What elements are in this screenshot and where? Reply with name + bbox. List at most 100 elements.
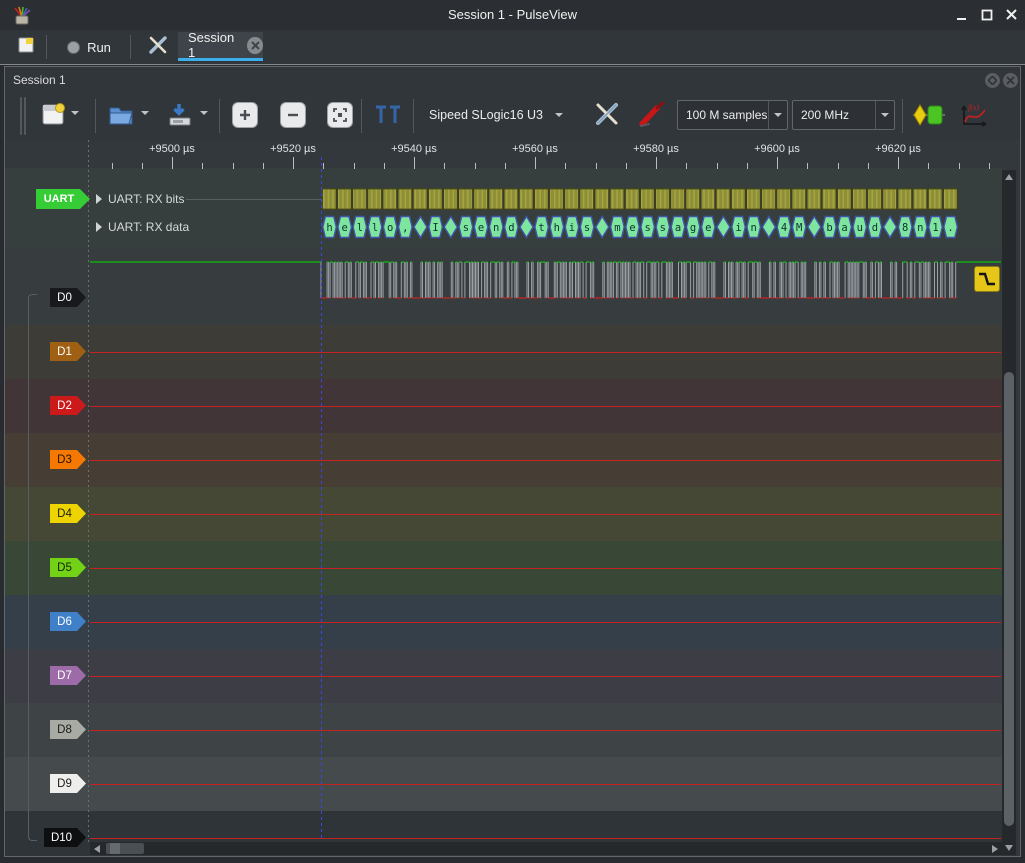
toolbar-separator [95, 99, 96, 133]
trace-low-d9 [90, 784, 1001, 785]
new-session-icon [16, 35, 36, 60]
toolbar-separator [902, 99, 903, 133]
trace-group-bracket[interactable] [28, 294, 37, 841]
save-file-dropdown-icon[interactable] [200, 111, 208, 115]
session-tab[interactable]: Session 1 [178, 32, 263, 61]
sample-count-dropdown-icon [768, 101, 787, 129]
svg-text:i: i [735, 222, 741, 234]
trace-view[interactable]: +9500 µs+9520 µs+9540 µs+9560 µs+9580 µs… [5, 140, 1020, 855]
decoder-icon [911, 101, 947, 129]
drag-handle[interactable] [24, 97, 26, 135]
zoom-fit-button[interactable] [327, 102, 353, 128]
svg-text:f(x): f(x) [968, 103, 979, 112]
cursor-line[interactable] [321, 157, 322, 841]
close-button[interactable] [1004, 7, 1020, 23]
minus-icon [286, 108, 300, 122]
math-signal-button[interactable]: f(x) [957, 101, 989, 129]
svg-text:b: b [826, 222, 832, 234]
toolbar-separator [361, 99, 362, 133]
ruler-label: +9560 µs [490, 143, 580, 155]
trigger-marks-icon [373, 103, 403, 127]
zoom-in-button[interactable] [232, 102, 258, 128]
ruler-label: +9540 µs [369, 143, 459, 155]
save-icon [165, 100, 195, 130]
dock-float-icon[interactable] [985, 73, 1000, 88]
decoder-row-baseline [186, 199, 321, 200]
svg-text:4: 4 [781, 222, 787, 234]
settings-button[interactable] [144, 34, 172, 60]
svg-text:g: g [690, 222, 696, 234]
scroll-left-icon[interactable] [94, 845, 100, 853]
session-toolbar: Sipeed SLogic16 U3 100 M samples 200 MHz [5, 93, 1018, 139]
configure-device-button[interactable] [593, 100, 621, 128]
title-bar: Session 1 - PulseView [0, 0, 1025, 30]
open-file-button[interactable] [106, 100, 136, 130]
crossed-tools-icon [593, 100, 621, 128]
svg-text:e: e [478, 222, 484, 234]
run-button[interactable]: Run [58, 34, 120, 60]
toolbar-separator [46, 35, 47, 59]
svg-text:a: a [675, 222, 681, 234]
sample-rate-value: 200 MHz [793, 108, 875, 122]
probe-icon [635, 100, 667, 128]
sample-count-select[interactable]: 100 M samples [677, 100, 788, 130]
scroll-right-icon[interactable] [992, 845, 998, 853]
window-title: Session 1 - PulseView [0, 7, 1025, 22]
maximize-button[interactable] [979, 7, 995, 23]
zoom-out-button[interactable] [280, 102, 306, 128]
svg-text:l: l [372, 222, 378, 234]
save-file-button[interactable] [165, 100, 195, 130]
tab-close-icon[interactable] [247, 37, 263, 54]
horizontal-scroll-grip[interactable] [110, 843, 120, 854]
toolbar-separator [130, 35, 131, 59]
ruler-label: +9520 µs [248, 143, 338, 155]
svg-text:d: d [508, 222, 514, 234]
device-select[interactable]: Sipeed SLogic16 U3 [429, 100, 563, 130]
ruler-label: +9620 µs [853, 143, 943, 155]
expand-arrow-icon[interactable] [96, 194, 102, 204]
vertical-scroll-thumb[interactable] [1004, 372, 1014, 826]
toolbar-separator [219, 99, 220, 133]
uart-decoder-tag[interactable]: UART [36, 189, 90, 209]
trigger-marker[interactable] [974, 266, 1000, 292]
vertical-scrollbar[interactable] [1002, 170, 1016, 855]
horizontal-scrollbar[interactable] [90, 842, 1002, 855]
scroll-down-icon[interactable] [1005, 845, 1013, 851]
dock-title: Session 1 [13, 73, 66, 87]
trigger-marks-button[interactable] [373, 103, 403, 127]
svg-text:n: n [751, 222, 757, 234]
svg-text:u: u [857, 222, 863, 234]
uart-rx-data-annotations: hello,Isendthismessagein4Mbaud8n1. [322, 215, 962, 239]
svg-text:s: s [584, 222, 590, 234]
sample-rate-select[interactable]: 200 MHz [792, 100, 895, 130]
sample-rate-dropdown-icon [875, 101, 894, 129]
open-file-dropdown-icon[interactable] [141, 111, 149, 115]
svg-text:a: a [841, 222, 847, 234]
drag-handle[interactable] [20, 97, 22, 135]
scroll-up-icon[interactable] [1005, 174, 1013, 180]
channels-button[interactable] [635, 100, 667, 128]
open-folder-icon [106, 100, 136, 130]
new-session-button[interactable] [12, 34, 40, 60]
device-dropdown-icon [555, 113, 563, 117]
expand-arrow-icon[interactable] [96, 222, 102, 232]
svg-text:l: l [357, 222, 363, 234]
svg-text:h: h [326, 222, 332, 234]
trace-low-d10 [90, 838, 1001, 839]
new-file-dropdown-icon[interactable] [71, 111, 79, 115]
label-area-divider [88, 140, 89, 842]
ruler-label: +9500 µs [127, 143, 217, 155]
trace-low-d4 [90, 514, 1001, 515]
falling-edge-icon [975, 267, 999, 291]
main-toolbar: Run Session 1 [0, 30, 1025, 65]
minimize-button[interactable] [954, 7, 970, 23]
trace-low-d6 [90, 622, 1001, 623]
add-decoder-button[interactable] [911, 101, 947, 129]
run-led-icon [67, 41, 80, 54]
svg-text:e: e [342, 222, 348, 234]
dock-close-icon[interactable] [1003, 73, 1018, 88]
session-panel: Session 1 [4, 66, 1021, 857]
trace-low-d8 [90, 730, 1001, 731]
svg-text:n: n [917, 222, 923, 234]
new-file-button[interactable] [39, 100, 69, 130]
